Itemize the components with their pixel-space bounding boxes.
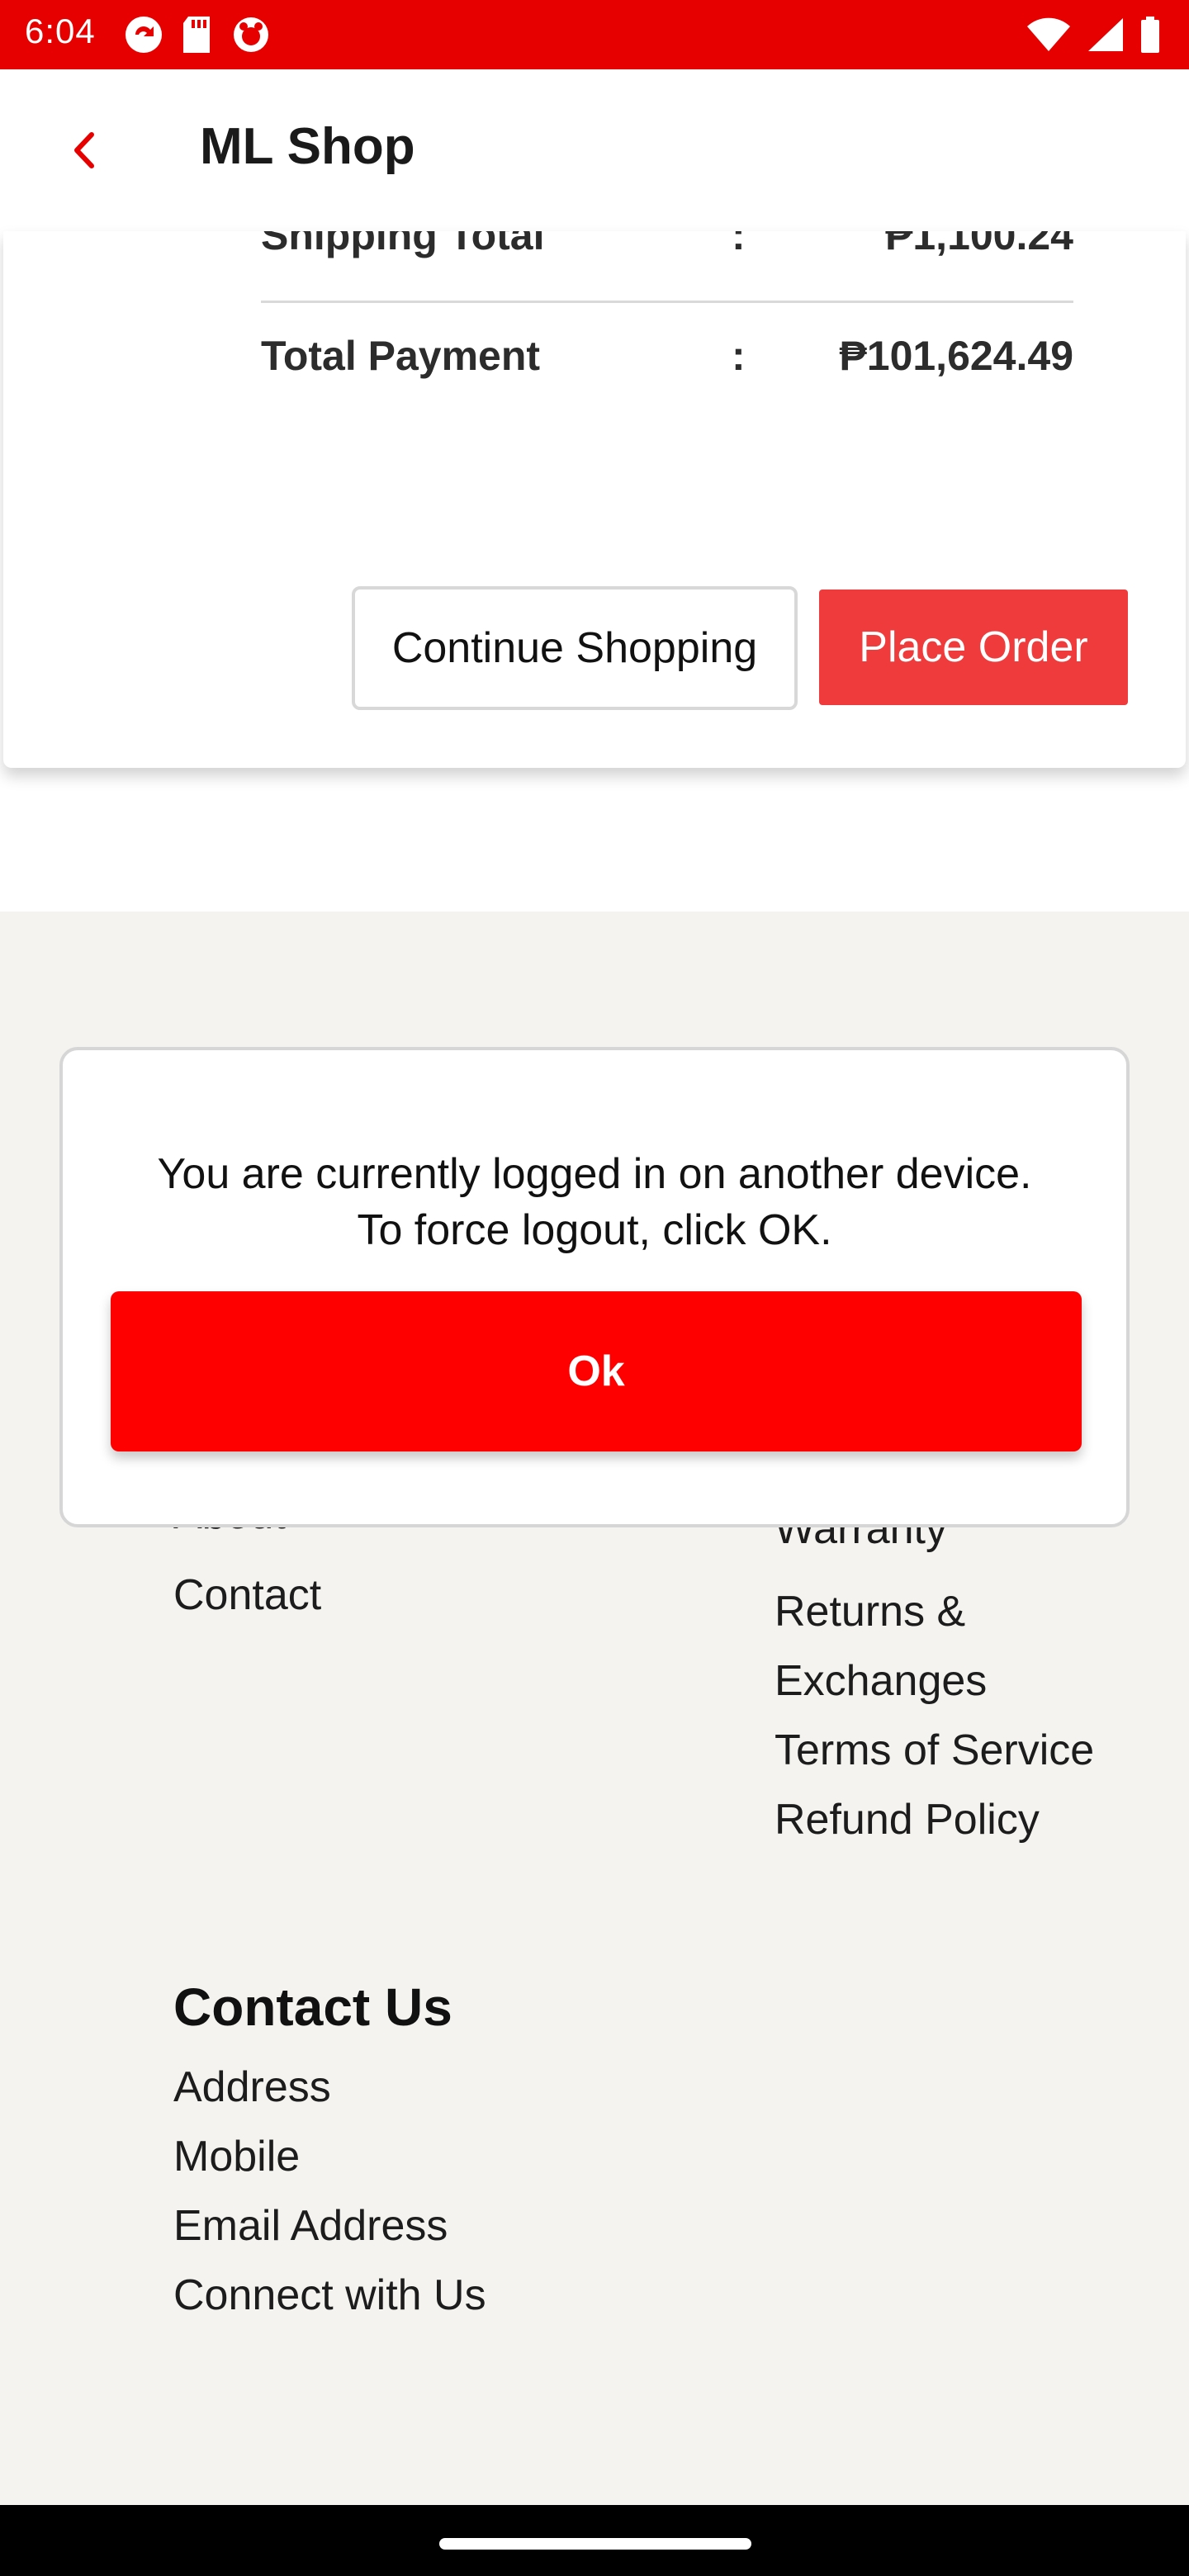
status-right	[1026, 17, 1161, 53]
logout-dialog: You are currently logged in on another d…	[59, 1047, 1130, 1527]
dialog-message-line2: To force logout, click OK.	[357, 1206, 832, 1254]
total-payment-value: ₱101,624.49	[839, 333, 1073, 379]
battery-icon	[1141, 17, 1159, 53]
contact-link-address[interactable]: Address	[173, 2062, 331, 2112]
ok-button[interactable]: Ok	[111, 1291, 1082, 1451]
footer-link-exchanges[interactable]: Exchanges	[775, 1656, 987, 1706]
app-bar: ML Shop	[0, 69, 1189, 231]
system-nav-bar	[0, 2505, 1189, 2576]
dialog-message-line1: You are currently logged in on another d…	[157, 1150, 1032, 1198]
footer-link-refund[interactable]: Refund Policy	[775, 1795, 1040, 1844]
contact-us-heading: Contact Us	[173, 1977, 452, 2037]
shipping-total-label: Shipping Total	[261, 231, 545, 258]
page-title: ML Shop	[200, 118, 415, 175]
contact-link-mobile[interactable]: Mobile	[173, 2132, 300, 2181]
divider	[261, 301, 1073, 303]
chevron-left-icon	[74, 132, 94, 168]
footer-link-contact[interactable]: Contact	[173, 1570, 321, 1620]
separator-colon: :	[732, 231, 746, 258]
sd-card-icon	[183, 17, 210, 53]
footer-link-returns[interactable]: Returns &	[775, 1587, 965, 1636]
order-summary-card: Shipping Total : ₱1,100.24 Total Payment…	[3, 231, 1186, 768]
shipping-total-row: Shipping Total : ₱1,100.24	[261, 231, 1073, 268]
continue-shopping-button[interactable]: Continue Shopping	[352, 586, 798, 710]
content-top: Shipping Total : ₱1,100.24 Total Payment…	[0, 231, 1189, 912]
status-bar: 6:04	[0, 0, 1189, 69]
app-notification-icon	[234, 17, 268, 52]
shipping-total-value: ₱1,100.24	[885, 231, 1073, 258]
status-icons	[122, 15, 271, 54]
signal-icon	[1088, 18, 1123, 51]
total-payment-label: Total Payment	[261, 333, 541, 379]
total-payment-row: Total Payment : ₱101,624.49	[261, 322, 1073, 388]
dialog-message: You are currently logged in on another d…	[96, 1146, 1093, 1258]
wifi-icon	[1027, 17, 1070, 51]
contact-link-email[interactable]: Email Address	[173, 2201, 448, 2251]
place-order-button[interactable]: Place Order	[819, 590, 1128, 705]
back-button[interactable]	[58, 124, 111, 177]
footer-link-terms[interactable]: Terms of Service	[775, 1726, 1094, 1775]
contact-link-connect[interactable]: Connect with Us	[173, 2271, 486, 2320]
status-time: 6:04	[25, 12, 96, 50]
home-gesture-handle[interactable]	[439, 2538, 751, 2550]
separator-colon: :	[732, 333, 746, 379]
sync-icon	[126, 17, 162, 53]
